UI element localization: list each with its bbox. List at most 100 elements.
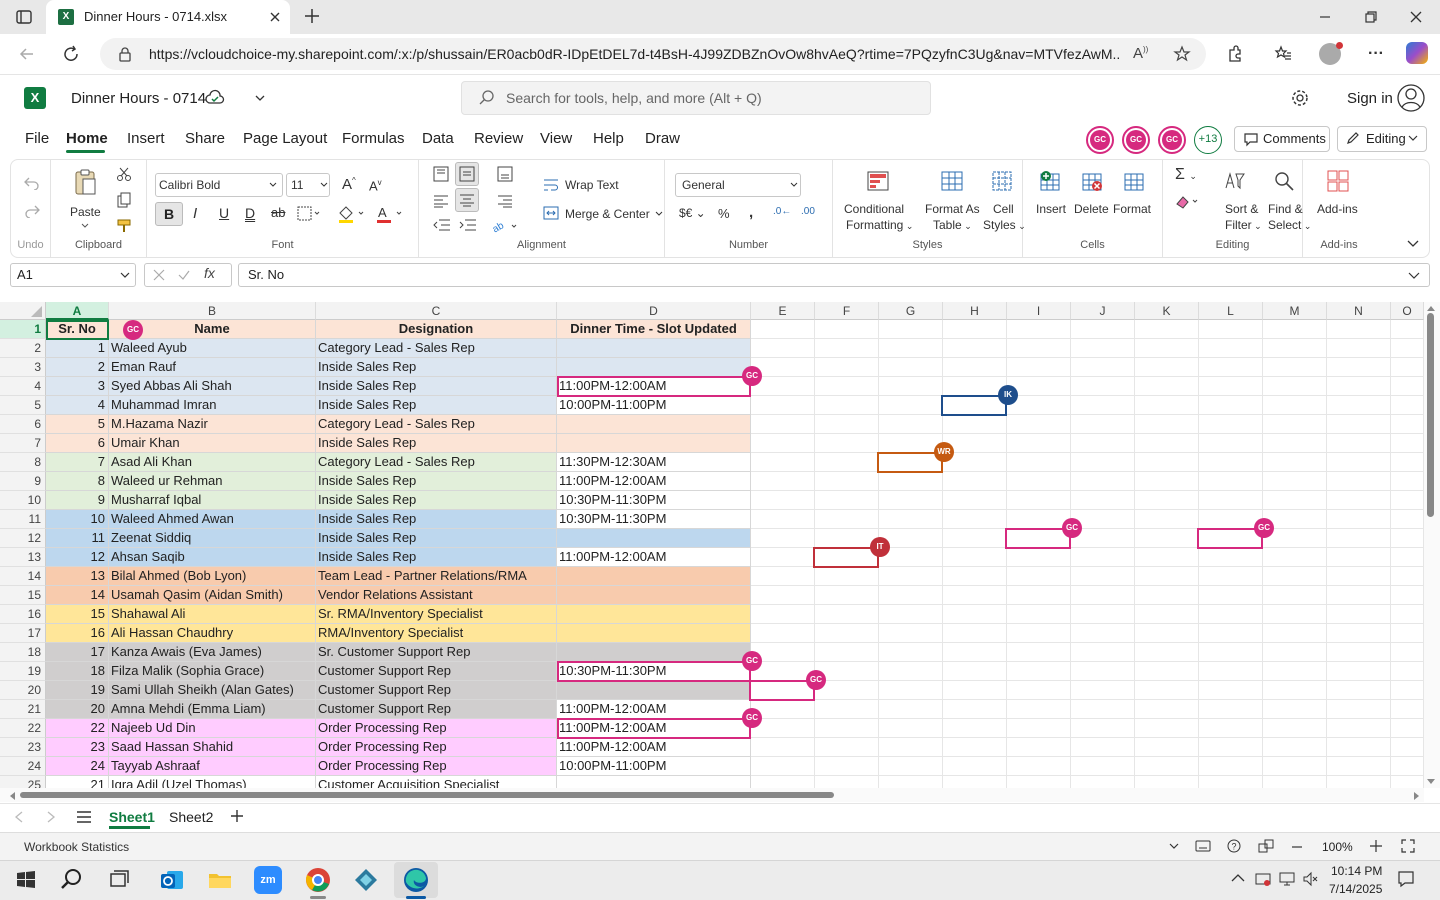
empty-cell[interactable] xyxy=(1263,700,1327,719)
empty-cell[interactable] xyxy=(1135,415,1199,434)
sr-no-cell[interactable]: 22 xyxy=(46,719,109,738)
empty-cell[interactable] xyxy=(943,548,1007,567)
column-header-n[interactable]: N xyxy=(1327,302,1391,320)
empty-cell[interactable] xyxy=(815,700,879,719)
empty-cell[interactable] xyxy=(1263,681,1327,700)
menu-tab-formulas[interactable]: Formulas xyxy=(342,130,405,147)
name-cell[interactable]: Syed Abbas Ali Shah xyxy=(109,377,316,396)
empty-cell[interactable] xyxy=(751,320,815,339)
empty-cell[interactable] xyxy=(751,757,815,776)
empty-cell[interactable] xyxy=(1071,415,1135,434)
column-header-g[interactable]: G xyxy=(879,302,943,320)
empty-cell[interactable] xyxy=(1391,453,1424,472)
task-view-icon[interactable] xyxy=(105,866,133,894)
prev-sheet-icon[interactable] xyxy=(14,811,24,823)
zoom-app-icon[interactable]: zm xyxy=(254,866,282,894)
empty-cell[interactable] xyxy=(1391,776,1424,788)
row-header[interactable]: 15 xyxy=(0,586,46,605)
empty-cell[interactable] xyxy=(943,757,1007,776)
column-header-d[interactable]: D xyxy=(557,302,751,320)
empty-cell[interactable] xyxy=(1391,681,1424,700)
designation-cell[interactable]: Inside Sales Rep xyxy=(316,377,557,396)
row-header[interactable]: 4 xyxy=(0,377,46,396)
empty-cell[interactable] xyxy=(1263,453,1327,472)
empty-cell[interactable] xyxy=(1391,757,1424,776)
presence-badge[interactable]: IT xyxy=(870,537,890,557)
empty-cell[interactable] xyxy=(1199,681,1263,700)
workbook-statistics-link[interactable]: Workbook Statistics xyxy=(24,840,129,854)
column-header-e[interactable]: E xyxy=(751,302,815,320)
empty-cell[interactable] xyxy=(1007,339,1071,358)
empty-cell[interactable] xyxy=(1327,624,1391,643)
empty-cell[interactable] xyxy=(1071,453,1135,472)
empty-cell[interactable] xyxy=(943,567,1007,586)
sr-no-cell[interactable]: 9 xyxy=(46,491,109,510)
empty-cell[interactable] xyxy=(879,377,943,396)
dinner-time-cell[interactable] xyxy=(557,529,751,548)
sr-no-cell[interactable]: 17 xyxy=(46,643,109,662)
empty-cell[interactable] xyxy=(943,472,1007,491)
column-header-h[interactable]: H xyxy=(943,302,1007,320)
designation-cell[interactable]: Team Lead - Partner Relations/RMA xyxy=(316,567,557,586)
empty-cell[interactable] xyxy=(1199,415,1263,434)
name-cell[interactable]: Sami Ullah Sheikh (Alan Gates) xyxy=(109,681,316,700)
designation-cell[interactable]: Inside Sales Rep xyxy=(316,491,557,510)
sr-no-cell[interactable]: 2 xyxy=(46,358,109,377)
empty-cell[interactable] xyxy=(943,529,1007,548)
empty-cell[interactable] xyxy=(815,377,879,396)
empty-cell[interactable] xyxy=(1007,491,1071,510)
empty-cell[interactable] xyxy=(815,472,879,491)
empty-cell[interactable] xyxy=(1391,738,1424,757)
empty-cell[interactable] xyxy=(1263,491,1327,510)
empty-cell[interactable] xyxy=(1263,396,1327,415)
empty-cell[interactable] xyxy=(1199,320,1263,339)
empty-cell[interactable] xyxy=(1071,776,1135,788)
empty-cell[interactable] xyxy=(1071,662,1135,681)
dinner-time-cell[interactable] xyxy=(557,567,751,586)
column-header-a[interactable]: A xyxy=(46,302,109,320)
empty-cell[interactable] xyxy=(1007,624,1071,643)
empty-cell[interactable] xyxy=(1007,681,1071,700)
sr-no-cell[interactable]: 19 xyxy=(46,681,109,700)
edge-icon[interactable] xyxy=(402,866,430,894)
row-header[interactable]: 22 xyxy=(0,719,46,738)
name-cell[interactable]: Kanza Awais (Eva James) xyxy=(109,643,316,662)
row-header[interactable]: 3 xyxy=(0,358,46,377)
empty-cell[interactable] xyxy=(1327,757,1391,776)
empty-cell[interactable] xyxy=(1135,662,1199,681)
empty-cell[interactable] xyxy=(1391,586,1424,605)
empty-cell[interactable] xyxy=(815,339,879,358)
designation-cell[interactable]: RMA/Inventory Specialist xyxy=(316,624,557,643)
row-header[interactable]: 8 xyxy=(0,453,46,472)
sr-no-cell[interactable]: 14 xyxy=(46,586,109,605)
empty-cell[interactable] xyxy=(943,776,1007,788)
row-header[interactable]: 6 xyxy=(0,415,46,434)
designation-cell[interactable]: Order Processing Rep xyxy=(316,719,557,738)
header-cell[interactable]: Designation xyxy=(316,320,557,339)
empty-cell[interactable] xyxy=(1199,624,1263,643)
empty-cell[interactable] xyxy=(751,472,815,491)
sr-no-cell[interactable]: 20 xyxy=(46,700,109,719)
system-tray-chevron-icon[interactable] xyxy=(1231,873,1245,883)
tray-app-icon[interactable] xyxy=(1255,871,1271,887)
empty-cell[interactable] xyxy=(1135,586,1199,605)
empty-cell[interactable] xyxy=(879,472,943,491)
empty-cell[interactable] xyxy=(943,586,1007,605)
empty-cell[interactable] xyxy=(879,700,943,719)
empty-cell[interactable] xyxy=(1391,719,1424,738)
empty-cell[interactable] xyxy=(1007,662,1071,681)
empty-cell[interactable] xyxy=(1071,434,1135,453)
empty-cell[interactable] xyxy=(751,529,815,548)
empty-cell[interactable] xyxy=(1391,358,1424,377)
status-chevron-icon[interactable] xyxy=(1169,843,1179,851)
empty-cell[interactable] xyxy=(815,624,879,643)
empty-cell[interactable] xyxy=(1263,738,1327,757)
name-cell[interactable]: Najeeb Ud Din xyxy=(109,719,316,738)
name-cell[interactable]: Musharraf Iqbal xyxy=(109,491,316,510)
column-header-c[interactable]: C xyxy=(316,302,557,320)
scroll-right-icon[interactable] xyxy=(1413,791,1421,801)
empty-cell[interactable] xyxy=(1391,548,1424,567)
empty-cell[interactable] xyxy=(1263,548,1327,567)
empty-cell[interactable] xyxy=(1071,719,1135,738)
name-cell[interactable]: Waleed Ayub xyxy=(109,339,316,358)
